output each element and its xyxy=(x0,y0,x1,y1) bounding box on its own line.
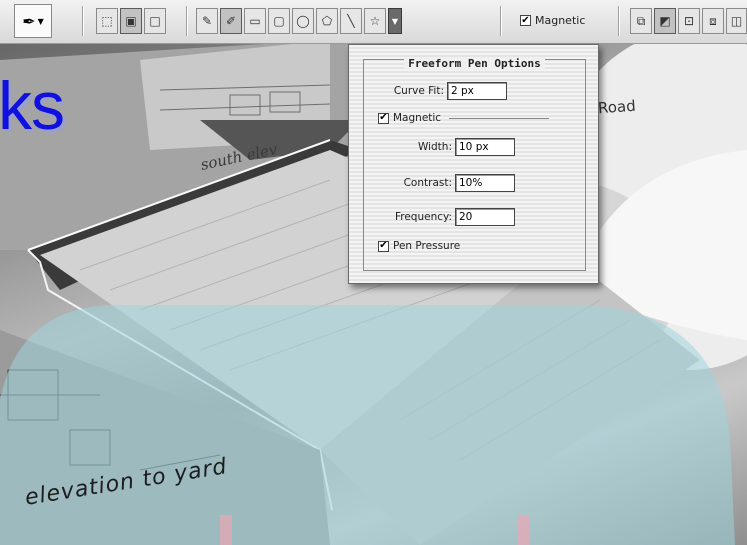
shape-layers-button[interactable]: ⬚ xyxy=(96,8,118,34)
freeform-pen-tool-button[interactable]: ✐ xyxy=(220,8,242,34)
add-shape-icon: ⧉ xyxy=(636,13,646,28)
magnetic-option-label: Magnetic xyxy=(393,112,442,124)
panel-title: Freeform Pen Options xyxy=(404,57,545,70)
pen-tool-button[interactable]: ✎ xyxy=(196,8,218,34)
contrast-row: Contrast: xyxy=(372,174,515,192)
ellipse-tool-button[interactable]: ◯ xyxy=(292,8,314,34)
separator xyxy=(618,6,620,36)
contrast-input[interactable] xyxy=(455,174,515,192)
document-title-fragment: ks xyxy=(0,68,65,144)
checkmark-icon: ✔ xyxy=(378,240,389,252)
intersect-shape-areas-button[interactable]: ⊡ xyxy=(678,8,700,34)
separator xyxy=(82,6,84,36)
chevron-down-icon: ▼ xyxy=(37,16,44,26)
divider xyxy=(449,117,550,119)
line-icon: ╲ xyxy=(347,14,355,28)
custom-shape-icon: ☆ xyxy=(369,14,381,28)
blueprint-road-label: Road xyxy=(597,96,637,118)
frequency-row: Frequency: xyxy=(372,208,515,226)
contrast-label: Contrast: xyxy=(403,177,452,189)
exclude-shape-icon: ⧈ xyxy=(709,13,717,28)
rounded-rectangle-tool-button[interactable]: ▢ xyxy=(268,8,290,34)
curve-fit-input[interactable] xyxy=(447,82,507,100)
subtract-shape-area-button[interactable]: ◩ xyxy=(654,8,676,34)
checkmark-icon: ✔ xyxy=(378,112,389,124)
intersect-shape-icon: ⊡ xyxy=(683,14,695,28)
magnetic-option-row[interactable]: ✔ Magnetic xyxy=(378,112,550,124)
rounded-rectangle-icon: ▢ xyxy=(273,14,285,28)
curve-fit-label: Curve Fit: xyxy=(393,85,444,97)
pen-pressure-option-row[interactable]: ✔ Pen Pressure xyxy=(378,240,460,252)
paths-icon: ▣ xyxy=(125,14,137,28)
exclude-overlapping-areas-button[interactable]: ⧈ xyxy=(702,8,724,34)
shape-layers-icon: ⬚ xyxy=(101,14,113,28)
freeform-pen-options-panel: Freeform Pen Options Curve Fit: ✔ Magnet… xyxy=(348,44,599,284)
fill-pixels-button[interactable]: □ xyxy=(144,8,166,34)
polygon-icon: ⬠ xyxy=(321,14,333,28)
magnetic-label: Magnetic xyxy=(535,14,586,27)
frequency-input[interactable] xyxy=(455,208,515,226)
combine-button[interactable]: ◫ xyxy=(726,8,747,34)
curve-fit-row: Curve Fit: xyxy=(372,82,507,100)
chevron-down-icon: ▼ xyxy=(391,16,399,26)
add-to-shape-area-button[interactable]: ⧉ xyxy=(630,8,652,34)
pen-pressure-label: Pen Pressure xyxy=(393,240,461,252)
geometry-options-button[interactable]: ▼ xyxy=(388,8,402,34)
options-group: Freeform Pen Options Curve Fit: ✔ Magnet… xyxy=(363,57,586,271)
ellipse-icon: ◯ xyxy=(296,14,310,28)
line-tool-button[interactable]: ╲ xyxy=(340,8,362,34)
fill-pixels-icon: □ xyxy=(149,14,161,28)
pen-tool-icon: ✒ xyxy=(22,11,36,31)
width-label: Width: xyxy=(417,141,452,153)
polygon-tool-button[interactable]: ⬠ xyxy=(316,8,338,34)
rectangle-icon: ▭ xyxy=(249,14,261,28)
checkmark-icon: ✔ xyxy=(520,14,531,26)
pen-icon: ✎ xyxy=(201,14,213,28)
freeform-pen-icon: ✐ xyxy=(225,14,237,28)
tool-preset-picker[interactable]: ✒ ▼ xyxy=(14,4,52,38)
separator xyxy=(186,6,188,36)
magnetic-checkbox[interactable]: ✔ Magnetic xyxy=(520,14,585,27)
custom-shape-tool-button[interactable]: ☆ xyxy=(364,8,386,34)
subtract-shape-icon: ◩ xyxy=(659,14,671,28)
width-input[interactable] xyxy=(455,138,515,156)
combine-icon: ◫ xyxy=(730,14,743,28)
paths-button[interactable]: ▣ xyxy=(120,8,142,34)
separator xyxy=(500,6,502,36)
tool-options-bar: ✒ ▼ ⬚ ▣ □ ✎ ✐ ▭ ▢ ◯ ⬠ ╲ ☆ ▼ ✔ Magnetic ⧉ … xyxy=(0,0,747,44)
width-row: Width: xyxy=(372,138,515,156)
rectangle-tool-button[interactable]: ▭ xyxy=(244,8,266,34)
frequency-label: Frequency: xyxy=(394,211,452,223)
